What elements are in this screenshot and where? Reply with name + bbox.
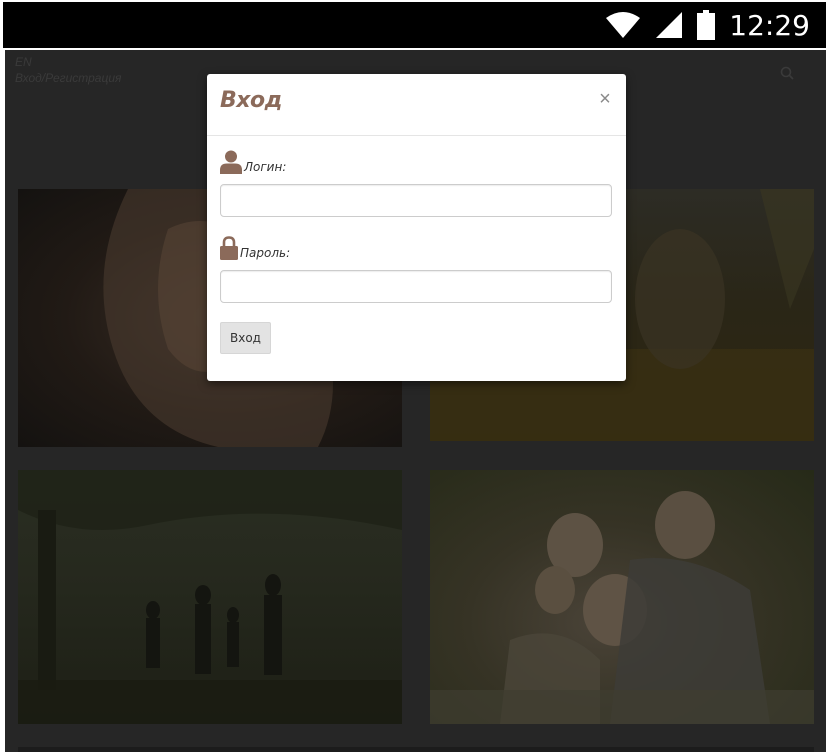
wifi-icon [606,12,641,38]
login-input[interactable] [220,184,612,217]
login-submit-button[interactable]: Вход [220,322,271,354]
gallery-photo-family-portrait[interactable] [430,470,814,724]
modal-title: Вход [220,88,282,113]
password-label-row: Пароль: [220,236,290,260]
cell-signal-icon [656,12,683,38]
login-label-row: Логин: [220,150,286,174]
language-link[interactable]: EN [15,54,121,70]
gallery-photo-family-park[interactable] [18,470,402,724]
modal-header: Вход × [207,74,626,136]
close-icon[interactable]: × [596,88,614,110]
page-header: EN Вход/Регистрация [15,54,121,86]
status-time: 12:29 [729,8,810,42]
password-label: Пароль: [240,246,291,260]
login-modal: Вход × Логин: Пароль: Вход [207,74,626,381]
password-input[interactable] [220,270,612,303]
screen: 12:29 EN Вход/Регистрация Вход × Логин: … [0,0,828,752]
user-icon [220,150,242,174]
search-icon[interactable] [780,66,794,80]
login-label: Логин: [244,160,287,174]
battery-icon [697,10,716,40]
bottom-content-strip [18,747,814,752]
lock-icon [220,236,238,260]
auth-link[interactable]: Вход/Регистрация [15,70,121,86]
status-bar: 12:29 [3,2,826,48]
